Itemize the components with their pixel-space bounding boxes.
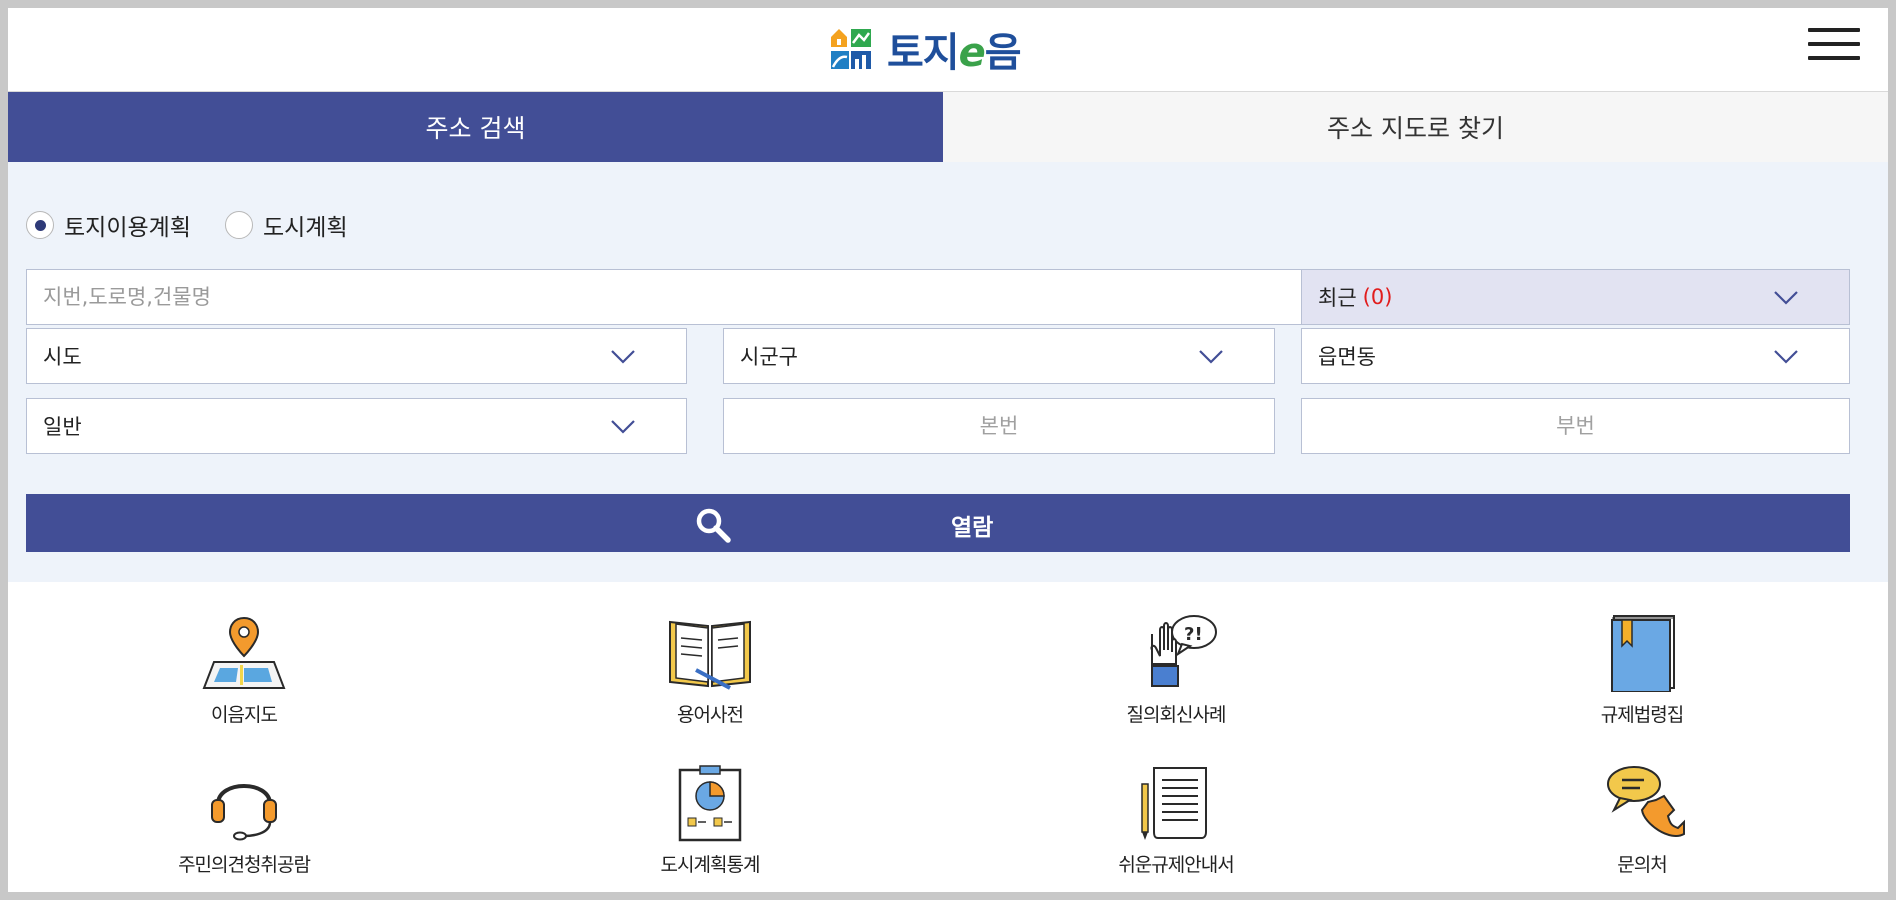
logo[interactable]: 토지e음: [829, 24, 1044, 76]
document-scroll-icon: [1141, 767, 1207, 840]
quick-item-label: 규제법령집: [1600, 704, 1684, 726]
chevron-down-icon: [611, 420, 635, 434]
quick-item-eum-map[interactable]: 이음지도: [134, 612, 354, 727]
main-number-input[interactable]: [723, 398, 1275, 454]
page-frame: 토지e음 주소 검색 주소 지도로 찾기 토지이용계획 도시계획 최근: [8, 8, 1888, 892]
sub-number-input[interactable]: [1301, 398, 1850, 454]
sigungu-value: 시군구: [740, 345, 798, 369]
sido-value: 시도: [43, 345, 82, 369]
quick-item-urban-plan-stats[interactable]: 도시계획통계: [600, 762, 820, 877]
quick-item-label: 쉬운규제안내서: [1118, 854, 1234, 876]
search-tabs: 주소 검색 주소 지도로 찾기: [8, 91, 1888, 162]
headset-icon: [211, 784, 277, 841]
logo-wordmark: 토지e음: [887, 20, 1022, 78]
statistics-board-icon: [678, 765, 742, 842]
header: 토지e음: [8, 8, 1888, 91]
recent-search-dropdown[interactable]: 최근 (0): [1301, 269, 1850, 325]
map-pin-icon: [202, 616, 286, 689]
quick-item-label: 이음지도: [211, 704, 278, 726]
search-panel: 토지이용계획 도시계획 최근 (0) 시도 시군구 읍면동 일반: [8, 162, 1888, 582]
sigungu-select[interactable]: 시군구: [723, 328, 1275, 384]
quick-item-glossary[interactable]: 용어사전: [600, 612, 820, 727]
chevron-down-icon: [1199, 350, 1223, 364]
tab-map-search[interactable]: 주소 지도로 찾기: [943, 92, 1888, 162]
logo-text-1: 토지: [887, 30, 960, 76]
land-type-value: 일반: [43, 415, 82, 439]
radio-urban-plan[interactable]: 도시계획: [224, 208, 348, 242]
logo-icon: [831, 29, 871, 69]
law-book-icon: [1611, 615, 1675, 692]
open-book-icon: [669, 620, 751, 690]
quick-item-label: 질의회신사례: [1126, 704, 1227, 726]
quick-item-label: 문의처: [1617, 854, 1667, 876]
eupmyeondong-value: 읍면동: [1318, 345, 1376, 369]
radio-land-use-plan[interactable]: 토지이용계획: [26, 208, 191, 242]
quick-item-regulation-laws[interactable]: 규제법령집: [1532, 612, 1752, 727]
quick-menu: 이음지도 용어사전 ?! 질의회신사례 규제법령집 주민의견청취공람 도시계획통…: [8, 582, 1888, 892]
quick-item-label: 도시계획통계: [660, 854, 761, 876]
chevron-down-icon: [1774, 291, 1798, 305]
chevron-down-icon: [1774, 350, 1798, 364]
quick-item-contact[interactable]: 문의처: [1532, 762, 1752, 877]
radio-label: 토지이용계획: [64, 215, 191, 241]
view-button-label: 열람: [951, 515, 994, 541]
quick-item-easy-regulation-guide[interactable]: 쉬운규제안내서: [1066, 762, 1286, 877]
land-type-select[interactable]: 일반: [26, 398, 687, 454]
recent-count: (0): [1362, 285, 1393, 309]
tab-address-search[interactable]: 주소 검색: [8, 92, 943, 162]
recent-label: 최근: [1318, 286, 1357, 310]
search-icon: [696, 508, 731, 543]
svg-text:?!: ?!: [1184, 624, 1203, 645]
radio-circle: [26, 211, 54, 239]
quick-item-label: 용어사전: [677, 704, 744, 726]
question-hand-icon: ?!: [1150, 615, 1217, 687]
logo-text-2: 음: [984, 30, 1022, 76]
quick-item-qna-cases[interactable]: ?! 질의회신사례: [1066, 612, 1286, 727]
radio-label: 도시계획: [262, 215, 348, 241]
view-button[interactable]: 열람: [26, 494, 1850, 552]
phone-chat-icon: [1607, 766, 1685, 837]
address-search-input[interactable]: [26, 269, 1302, 325]
quick-item-public-notice[interactable]: 주민의견청취공람: [134, 762, 354, 877]
sido-select[interactable]: 시도: [26, 328, 687, 384]
radio-circle: [224, 211, 253, 239]
chevron-down-icon: [611, 350, 635, 364]
plan-type-radio-group: 토지이용계획 도시계획: [26, 208, 382, 242]
hamburger-menu-icon[interactable]: [1808, 24, 1864, 64]
quick-item-label: 주민의견청취공람: [178, 854, 311, 876]
logo-text-e: e: [958, 30, 986, 76]
eupmyeondong-select[interactable]: 읍면동: [1301, 328, 1850, 384]
